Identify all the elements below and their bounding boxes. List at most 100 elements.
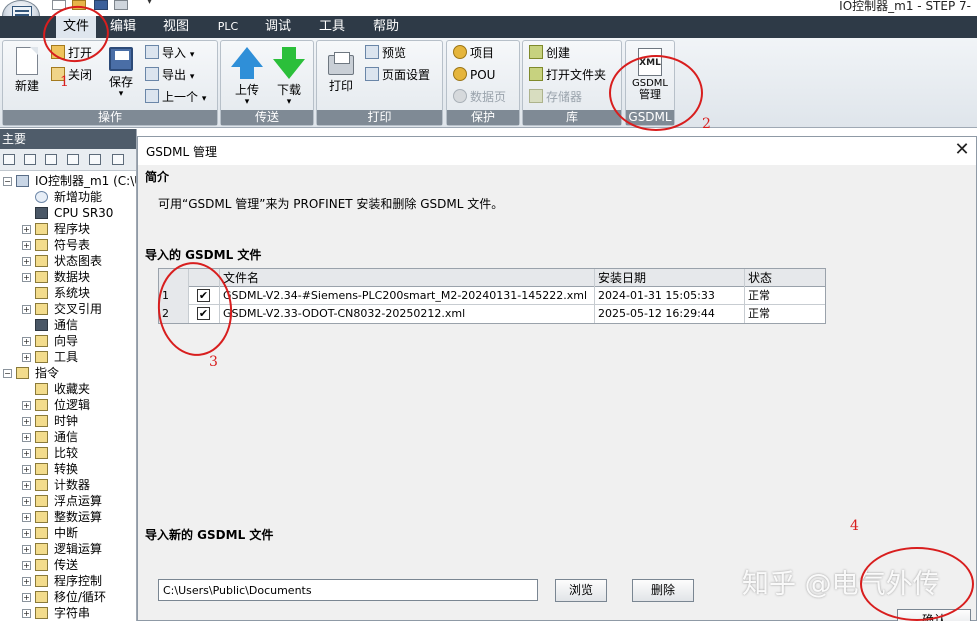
expand-icon[interactable]: + bbox=[22, 481, 31, 490]
tree-item[interactable]: + 符号表 bbox=[0, 237, 136, 253]
tree-item[interactable]: + 转换 bbox=[0, 461, 136, 477]
table-icon[interactable] bbox=[24, 154, 36, 165]
view-icon[interactable] bbox=[3, 154, 15, 165]
browse-button[interactable]: 浏览 bbox=[555, 579, 607, 602]
expand-icon[interactable]: + bbox=[22, 241, 31, 250]
tree-item[interactable]: + 传送 bbox=[0, 557, 136, 573]
annotation-number-3: 3 bbox=[209, 354, 218, 370]
tree-item[interactable]: − IO控制器_m1 (C:\Us bbox=[0, 173, 136, 189]
tree-item[interactable]: − 指令 bbox=[0, 365, 136, 381]
group-label-transfer: 传送 bbox=[221, 110, 313, 125]
column-header-filename[interactable]: 文件名 bbox=[220, 269, 595, 287]
page-icon[interactable] bbox=[45, 154, 57, 165]
column-header-install-date[interactable]: 安装日期 bbox=[595, 269, 745, 287]
expand-icon[interactable]: + bbox=[22, 417, 31, 426]
list-icon[interactable] bbox=[89, 154, 101, 165]
save-button[interactable]: 保存 ▾ bbox=[103, 43, 139, 99]
expand-icon[interactable]: + bbox=[22, 401, 31, 410]
tree-node-icon bbox=[35, 463, 48, 475]
expand-icon[interactable]: + bbox=[22, 273, 31, 282]
tree-item[interactable]: + 交叉引用 bbox=[0, 301, 136, 317]
expand-icon[interactable]: + bbox=[22, 577, 31, 586]
tree-item[interactable]: + 时钟 bbox=[0, 413, 136, 429]
tree-item[interactable]: 通信 bbox=[0, 317, 136, 333]
page-setup-button[interactable]: 页面设置 bbox=[365, 65, 430, 85]
column-header-status[interactable]: 状态 bbox=[745, 269, 825, 287]
expand-icon[interactable]: + bbox=[22, 337, 31, 346]
menu-tools[interactable]: 工具 bbox=[310, 16, 354, 38]
library-memory-button[interactable]: 存储器 bbox=[529, 87, 582, 107]
tree-item[interactable]: + 整数运算 bbox=[0, 509, 136, 525]
preview-button[interactable]: 预览 bbox=[365, 43, 406, 63]
tree-item[interactable]: + 数据块 bbox=[0, 269, 136, 285]
tree-item[interactable]: + 中断 bbox=[0, 525, 136, 541]
import-button[interactable]: 导入 ▾ bbox=[145, 43, 194, 63]
title-bar: ▾ IO控制器_m1 - STEP 7- bbox=[0, 0, 977, 32]
tree-item[interactable]: + 状态图表 bbox=[0, 253, 136, 269]
upload-label: 上传 bbox=[234, 83, 259, 97]
expand-icon[interactable]: + bbox=[22, 449, 31, 458]
new-button[interactable]: 新建 bbox=[7, 43, 47, 94]
tree-item[interactable]: + 比较 bbox=[0, 445, 136, 461]
tree-item-label: 浮点运算 bbox=[54, 494, 103, 508]
quick-access-more-icon[interactable]: ▾ bbox=[147, 0, 152, 7]
previous-button[interactable]: 上一个 ▾ bbox=[145, 87, 206, 107]
tree-item[interactable]: + 字符串 bbox=[0, 605, 136, 621]
path-input[interactable] bbox=[158, 579, 538, 601]
menu-plc[interactable]: PLC bbox=[210, 16, 246, 38]
tree-item[interactable]: 收藏夹 bbox=[0, 381, 136, 397]
tree-item[interactable]: + 程序块 bbox=[0, 221, 136, 237]
close-button[interactable]: 关闭 bbox=[51, 65, 92, 85]
tree-item[interactable]: CPU SR30 bbox=[0, 205, 136, 221]
tree-item[interactable]: + 逻辑运算 bbox=[0, 541, 136, 557]
menu-help[interactable]: 帮助 bbox=[364, 16, 408, 38]
expand-icon[interactable]: + bbox=[22, 513, 31, 522]
expand-icon[interactable]: + bbox=[22, 225, 31, 234]
tree-item[interactable]: + 移位/循环 bbox=[0, 589, 136, 605]
upload-button[interactable]: 上传 ▾ bbox=[227, 43, 267, 107]
export-button[interactable]: 导出 ▾ bbox=[145, 65, 194, 85]
expand-icon[interactable]: + bbox=[22, 305, 31, 314]
table-row[interactable]: 2 ✔ GSDML-V2.33-ODOT-CN8032-20250212.xml… bbox=[159, 305, 825, 323]
expand-icon[interactable]: + bbox=[22, 465, 31, 474]
tree-item[interactable]: + 浮点运算 bbox=[0, 493, 136, 509]
expand-icon[interactable]: + bbox=[22, 545, 31, 554]
collapse-icon[interactable]: − bbox=[3, 177, 12, 186]
tree-item[interactable]: + 位逻辑 bbox=[0, 397, 136, 413]
tree-item[interactable]: + 工具 bbox=[0, 349, 136, 365]
library-create-button[interactable]: 创建 bbox=[529, 43, 570, 63]
tree-item[interactable]: + 计数器 bbox=[0, 477, 136, 493]
delete-button[interactable]: 删除 bbox=[632, 579, 694, 602]
tree-item[interactable]: 系统块 bbox=[0, 285, 136, 301]
page-icon[interactable] bbox=[67, 154, 79, 165]
expand-icon[interactable]: + bbox=[22, 529, 31, 538]
menu-view[interactable]: 视图 bbox=[156, 16, 196, 38]
expand-icon[interactable]: + bbox=[22, 433, 31, 442]
table-row[interactable]: 1 ✔ GSDML-V2.34-#Siemens-PLC200smart_M2-… bbox=[159, 287, 825, 305]
library-open-folder-button[interactable]: 打开文件夹 bbox=[529, 65, 606, 85]
tree-item[interactable]: 新增功能 bbox=[0, 189, 136, 205]
monitor-icon[interactable] bbox=[112, 154, 124, 165]
tree-item-label: 比较 bbox=[54, 446, 79, 460]
collapse-icon[interactable]: − bbox=[3, 369, 12, 378]
download-button[interactable]: 下载 ▾ bbox=[269, 43, 309, 107]
expand-icon[interactable]: + bbox=[22, 497, 31, 506]
expand-icon[interactable]: + bbox=[22, 593, 31, 602]
protect-pou-button[interactable]: POU bbox=[453, 65, 495, 85]
expand-icon[interactable]: + bbox=[22, 561, 31, 570]
menu-debug[interactable]: 调试 bbox=[256, 16, 300, 38]
close-icon[interactable]: ✕ bbox=[952, 140, 972, 160]
tree-item[interactable]: + 向导 bbox=[0, 333, 136, 349]
expand-icon[interactable]: + bbox=[22, 257, 31, 266]
protect-project-button[interactable]: 项目 bbox=[453, 43, 494, 63]
save-icon[interactable] bbox=[94, 0, 108, 10]
ribbon: 新建 打开 关闭 保存 ▾ 导入 ▾ 导出 ▾ 上一个 ▾ 操作 上传 ▾ 下载… bbox=[0, 38, 977, 128]
expand-icon[interactable]: + bbox=[22, 353, 31, 362]
tree-item[interactable]: + 通信 bbox=[0, 429, 136, 445]
print-button[interactable]: 打印 bbox=[323, 43, 359, 94]
print-icon[interactable] bbox=[114, 0, 128, 10]
tree-item[interactable]: + 程序控制 bbox=[0, 573, 136, 589]
menu-bar: 文件 编辑 视图 PLC 调试 工具 帮助 bbox=[0, 16, 977, 38]
protect-datablock-button[interactable]: 数据页 bbox=[453, 87, 506, 107]
expand-icon[interactable]: + bbox=[22, 609, 31, 618]
